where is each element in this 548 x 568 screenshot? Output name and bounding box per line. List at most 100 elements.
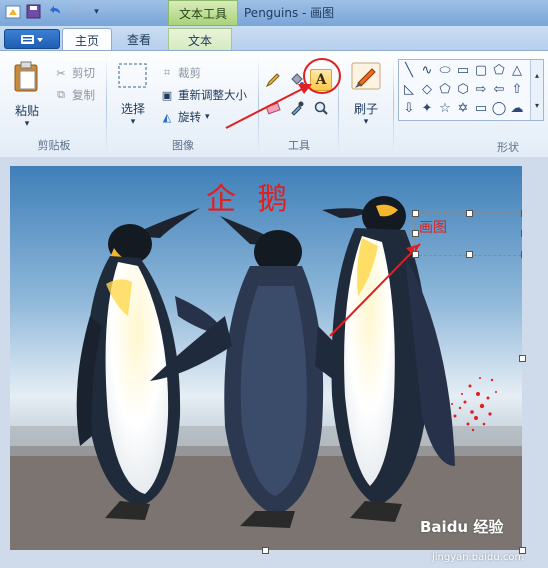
- cut-button[interactable]: ✂ 剪切: [54, 65, 95, 81]
- crop-icon: ⌗: [163, 66, 171, 79]
- brushes-dropdown-icon: ▾: [363, 117, 369, 127]
- save-icon[interactable]: [25, 3, 42, 20]
- tools-group-label: 工具: [288, 139, 310, 152]
- select-button[interactable]: 选择 ▾: [114, 61, 152, 131]
- window-title: Penguins - 画图: [244, 6, 335, 20]
- resize-label: 重新调整大小: [178, 88, 247, 102]
- resize-handle[interactable]: [521, 210, 522, 217]
- separator: [258, 57, 259, 153]
- paste-dropdown-icon: ▾: [24, 119, 30, 129]
- pencil-icon[interactable]: [262, 69, 284, 91]
- up-arrow-shape-icon[interactable]: ⇧: [509, 81, 525, 97]
- line-shape-icon[interactable]: ╲: [401, 62, 417, 78]
- separator: [393, 57, 394, 153]
- copy-label: 复制: [72, 88, 95, 102]
- rotate-dropdown-icon: ▾: [205, 112, 210, 122]
- resize-handle[interactable]: [466, 210, 473, 217]
- paste-button[interactable]: 粘贴 ▾: [10, 61, 44, 129]
- resize-handle[interactable]: [521, 251, 522, 258]
- crop-button[interactable]: ⌗ 裁剪: [160, 65, 201, 81]
- scroll-up-icon[interactable]: ▴: [535, 71, 539, 80]
- fill-bucket-icon[interactable]: [286, 69, 308, 91]
- curve-shape-icon[interactable]: ∿: [419, 62, 435, 78]
- triangle-shape-icon[interactable]: △: [509, 62, 525, 78]
- copy-icon: ⧉: [57, 88, 65, 101]
- separator: [106, 57, 107, 153]
- right-triangle-shape-icon[interactable]: ◺: [401, 81, 417, 97]
- scroll-down-icon[interactable]: ▾: [535, 101, 539, 110]
- canvas-resize-handle[interactable]: [519, 355, 526, 362]
- shapes-group-label: 形状: [497, 141, 519, 154]
- select-rect-icon: [118, 63, 147, 88]
- text-tools-context-label: 文本工具: [168, 0, 238, 25]
- image-group: 选择 ▾ ⌗ 裁剪 ▣ 重新调整大小 ◭ 旋转 ▾ 图像: [108, 55, 258, 155]
- oval-shape-icon[interactable]: ⬭: [437, 62, 453, 78]
- ribbon: 粘贴 ▾ ✂ 剪切 ⧉ 复制 剪贴板 选择 ▾ ⌗ 裁剪 ▣ 重新调整大小 ◭ …: [0, 50, 548, 158]
- four-point-star-shape-icon[interactable]: ✦: [419, 100, 435, 116]
- rectangle-shape-icon[interactable]: ▭: [455, 62, 471, 78]
- resize-button[interactable]: ▣ 重新调整大小: [160, 87, 247, 103]
- oval-callout-shape-icon[interactable]: ◯: [491, 100, 507, 116]
- down-arrow-shape-icon[interactable]: ⇩: [401, 100, 417, 116]
- brushes-button[interactable]: 刷子 ▾: [346, 61, 386, 131]
- clipboard-group: 粘贴 ▾ ✂ 剪切 ⧉ 复制 剪贴板: [2, 55, 106, 155]
- paint-menu-button[interactable]: [4, 29, 60, 49]
- paste-label: 粘贴: [14, 104, 39, 118]
- brushes-label: 刷子: [353, 102, 378, 116]
- resize-icon: ▣: [161, 88, 173, 102]
- resize-handle[interactable]: [412, 230, 419, 237]
- resize-handle[interactable]: [412, 210, 419, 217]
- cut-label: 剪切: [72, 66, 95, 80]
- customize-qat-icon[interactable]: ▾: [88, 3, 105, 20]
- tab-home[interactable]: 主页: [62, 28, 112, 51]
- tools-group: A 工具: [260, 55, 338, 155]
- crop-label: 裁剪: [178, 66, 201, 80]
- diamond-shape-icon[interactable]: ◇: [419, 81, 435, 97]
- title-bar: ▾ 文本工具 Penguins - 画图: [0, 0, 548, 26]
- resize-handle[interactable]: [521, 230, 522, 237]
- paste-icon: [14, 61, 38, 92]
- text-tool-icon[interactable]: A: [310, 69, 332, 91]
- paint-app-icon[interactable]: [4, 3, 21, 20]
- cloud-callout-shape-icon[interactable]: ☁: [509, 100, 525, 116]
- quick-access-toolbar: ▾: [4, 3, 105, 20]
- eraser-icon[interactable]: [262, 97, 284, 119]
- shapes-scroll[interactable]: ▴ ▾: [530, 60, 543, 120]
- watermark-url: jingyan.baidu.com: [432, 552, 525, 563]
- redo-icon[interactable]: [67, 3, 84, 20]
- image-group-label: 图像: [172, 139, 194, 152]
- resize-handle[interactable]: [466, 251, 473, 258]
- rotate-button[interactable]: ◭ 旋转 ▾: [160, 109, 210, 125]
- six-point-star-shape-icon[interactable]: ✡: [455, 100, 471, 116]
- canvas-resize-handle[interactable]: [262, 547, 269, 554]
- five-point-star-shape-icon[interactable]: ☆: [437, 100, 453, 116]
- undo-icon[interactable]: [46, 3, 63, 20]
- brushes-group: 刷子 ▾: [340, 55, 392, 155]
- canvas-text-box[interactable]: 画图: [412, 210, 522, 258]
- rounded-rectangle-shape-icon[interactable]: ▢: [473, 62, 489, 78]
- tab-view[interactable]: 查看: [114, 28, 164, 50]
- rect-callout-shape-icon[interactable]: ▭: [473, 100, 489, 116]
- brush-icon: [351, 62, 381, 90]
- rotate-icon: ◭: [162, 110, 172, 124]
- right-arrow-shape-icon[interactable]: ⇨: [473, 81, 489, 97]
- rotate-label: 旋转: [178, 110, 201, 124]
- select-dropdown-icon: ▾: [130, 117, 136, 127]
- watermark-brand: Baidu 经验: [420, 518, 504, 536]
- select-label: 选择: [120, 102, 145, 116]
- hexagon-shape-icon[interactable]: ⬡: [455, 81, 471, 97]
- drawing-canvas[interactable]: 企 鹅 画图 Baidu 经验: [10, 166, 522, 550]
- polygon-shape-icon[interactable]: ⬠: [491, 62, 507, 78]
- pentagon-shape-icon[interactable]: ⬠: [437, 81, 453, 97]
- clipboard-group-label: 剪贴板: [37, 139, 71, 152]
- left-arrow-shape-icon[interactable]: ⇦: [491, 81, 507, 97]
- text-box-content[interactable]: 画图: [419, 217, 447, 237]
- color-picker-icon[interactable]: [286, 97, 308, 119]
- shapes-gallery: ╲ ∿ ⬭ ▭ ▢ ⬠ △ ◺ ◇ ⬠ ⬡ ⇨ ⇦ ⇧ ⇩ ✦ ☆ ✡ ▭ ◯ …: [398, 59, 544, 121]
- resize-handle[interactable]: [412, 251, 419, 258]
- magnifier-icon[interactable]: [310, 97, 332, 119]
- scissors-icon: ✂: [56, 66, 66, 80]
- ribbon-tabs: 主页 查看 文本: [0, 26, 548, 51]
- copy-button[interactable]: ⧉ 复制: [54, 87, 95, 103]
- tab-text[interactable]: 文本: [168, 28, 232, 51]
